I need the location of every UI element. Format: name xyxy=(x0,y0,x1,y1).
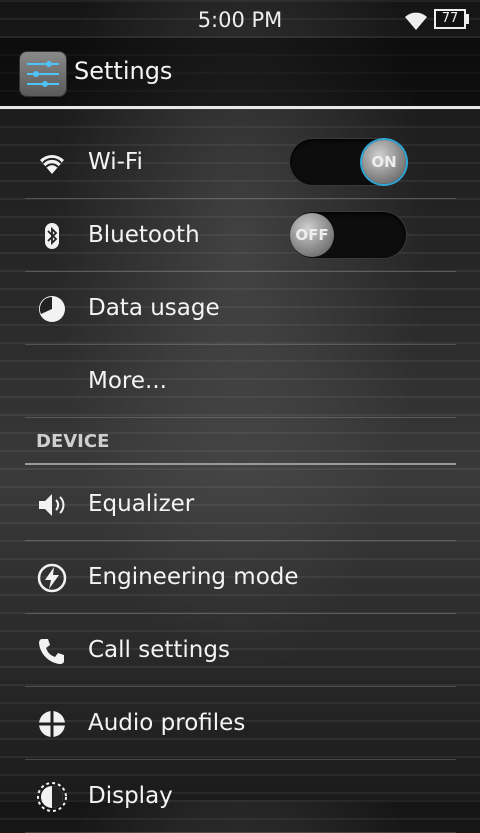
bluetooth-row[interactable]: Bluetooth OFF xyxy=(25,199,456,272)
wifi-label: Wi-Fi xyxy=(88,149,143,175)
section-header-device: DEVICE xyxy=(36,431,110,452)
bluetooth-toggle[interactable]: OFF xyxy=(290,212,406,258)
status-bar: 5:00 PM 77 xyxy=(0,0,480,38)
data-usage-icon xyxy=(39,296,65,322)
wifi-row[interactable]: Wi-Fi ON xyxy=(25,126,456,199)
bluetooth-toggle-knob: OFF xyxy=(290,213,334,257)
wifi-signal-icon xyxy=(405,12,427,30)
settings-sliders-icon[interactable] xyxy=(20,52,66,96)
wifi-icon xyxy=(40,155,64,174)
section-divider xyxy=(25,463,456,465)
speaker-icon xyxy=(39,494,65,516)
engineering-mode-label: Engineering mode xyxy=(88,564,299,590)
more-label: More... xyxy=(88,368,167,394)
lightning-icon xyxy=(37,563,67,593)
more-row[interactable]: More... xyxy=(25,345,456,418)
equalizer-label: Equalizer xyxy=(88,491,195,517)
audio-profiles-label: Audio profiles xyxy=(88,710,246,736)
call-settings-label: Call settings xyxy=(88,637,230,663)
bluetooth-icon xyxy=(45,223,59,249)
display-icon xyxy=(37,782,67,812)
action-bar-divider xyxy=(0,106,480,109)
page-title: Settings xyxy=(74,57,173,85)
battery-level: 77 xyxy=(441,11,459,26)
display-label: Display xyxy=(88,783,173,809)
bluetooth-label: Bluetooth xyxy=(88,222,200,248)
display-row[interactable]: Display xyxy=(25,760,456,833)
wifi-toggle-knob: ON xyxy=(362,140,406,184)
audio-profiles-icon xyxy=(39,711,65,737)
phone-icon xyxy=(39,639,64,664)
call-settings-row[interactable]: Call settings xyxy=(25,614,456,687)
wifi-toggle[interactable]: ON xyxy=(290,139,406,185)
engineering-mode-row[interactable]: Engineering mode xyxy=(25,541,456,614)
equalizer-row[interactable]: Equalizer xyxy=(25,468,456,541)
audio-profiles-row[interactable]: Audio profiles xyxy=(25,687,456,760)
data-usage-row[interactable]: Data usage xyxy=(25,272,456,345)
data-usage-label: Data usage xyxy=(88,295,220,321)
action-bar: Settings xyxy=(0,38,480,108)
